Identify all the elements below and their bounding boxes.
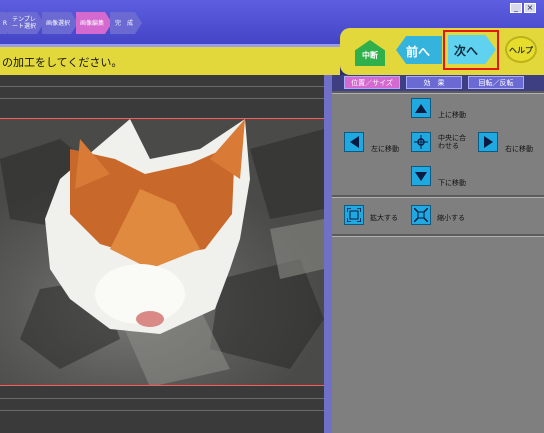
window-controls: _ × — [510, 3, 536, 13]
stop-button[interactable]: 中断 — [355, 40, 385, 66]
tab-position-size[interactable]: 位置／サイズ — [344, 76, 400, 89]
control-panel — [332, 75, 544, 433]
instruction-text: の加工をしてください。 — [2, 56, 123, 69]
move-left-label: 左に移動 — [371, 145, 399, 153]
panel-divider — [332, 195, 544, 198]
panel-divider — [332, 234, 544, 237]
prev-button[interactable]: 前へ — [396, 36, 442, 64]
tab-rotate-flip[interactable]: 回転／反転 — [468, 76, 524, 89]
move-up-button[interactable] — [411, 98, 431, 118]
minimize-button[interactable]: _ — [510, 3, 522, 13]
move-down-button[interactable] — [411, 166, 431, 186]
help-label: ヘルプ — [509, 46, 533, 55]
move-left-button[interactable] — [344, 132, 364, 152]
shrink-label: 縮小する — [437, 214, 465, 222]
cat-photo-image — [0, 119, 324, 385]
next-label: 次へ — [454, 44, 479, 58]
shrink-icon — [414, 208, 428, 222]
enlarge-label: 拡大する — [370, 214, 398, 222]
preview-scrollbar[interactable] — [324, 75, 332, 433]
tab-effect[interactable]: 効 果 — [406, 76, 462, 89]
shrink-button[interactable] — [411, 205, 431, 225]
step-label: 画像編集 — [79, 19, 104, 27]
preview-line — [0, 410, 324, 411]
preview-line — [0, 98, 324, 99]
crosshair-icon — [414, 135, 428, 149]
preview-line — [0, 398, 324, 399]
step-image-select: 画像選択 — [42, 12, 78, 34]
right-arrow-icon — [483, 136, 493, 148]
next-button[interactable]: 次へ — [448, 35, 496, 64]
prev-label: 前へ — [406, 45, 431, 59]
panel-divider — [332, 91, 544, 94]
move-right-label: 右に移動 — [505, 145, 533, 153]
help-button[interactable]: ヘルプ — [505, 36, 537, 63]
center-label: 中央に合わせる — [438, 134, 466, 150]
expand-icon — [347, 208, 361, 222]
down-arrow-icon — [415, 171, 427, 181]
cat-photo[interactable] — [0, 118, 324, 386]
step-label: 完 成 — [114, 19, 133, 27]
preview-line — [0, 86, 324, 87]
step-label: 画像選択 — [45, 19, 70, 27]
stop-label: 中断 — [362, 51, 378, 60]
left-arrow-icon — [349, 136, 359, 148]
move-right-button[interactable] — [478, 132, 498, 152]
enlarge-button[interactable] — [344, 205, 364, 225]
close-button[interactable]: × — [524, 3, 536, 13]
move-down-label: 下に移動 — [438, 179, 466, 187]
up-arrow-icon — [415, 103, 427, 113]
move-up-label: 上に移動 — [438, 111, 466, 119]
center-button[interactable] — [411, 132, 431, 152]
step-image-edit: 画像編集 — [76, 12, 112, 34]
step-template-select: テンプレート選択 — [8, 12, 44, 34]
step-label: テンプレート選択 — [11, 16, 36, 30]
